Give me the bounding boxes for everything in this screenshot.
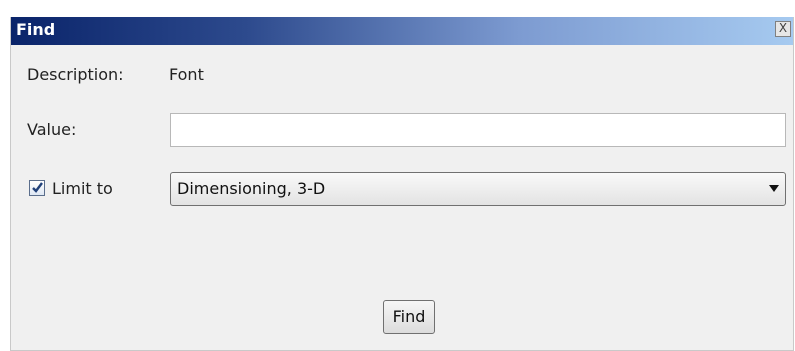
find-button[interactable]: Find (383, 300, 435, 334)
description-value: Font (169, 65, 204, 84)
close-button[interactable]: X (775, 21, 791, 37)
value-input[interactable] (170, 113, 786, 147)
description-label: Description: (27, 65, 124, 84)
limit-to-dropdown[interactable]: Dimensioning, 3-D (170, 172, 786, 206)
find-dialog: Find X Description: Font Value: Limit to… (10, 17, 794, 351)
limit-to-label: Limit to (52, 179, 113, 198)
checkmark-icon (32, 182, 43, 193)
dialog-title: Find (16, 20, 56, 39)
value-label: Value: (27, 120, 77, 139)
limit-to-checkbox[interactable] (29, 180, 45, 196)
title-bar[interactable]: Find X (11, 17, 793, 45)
limit-to-selected-value: Dimensioning, 3-D (177, 179, 326, 198)
dropdown-arrow-icon[interactable] (769, 185, 779, 192)
